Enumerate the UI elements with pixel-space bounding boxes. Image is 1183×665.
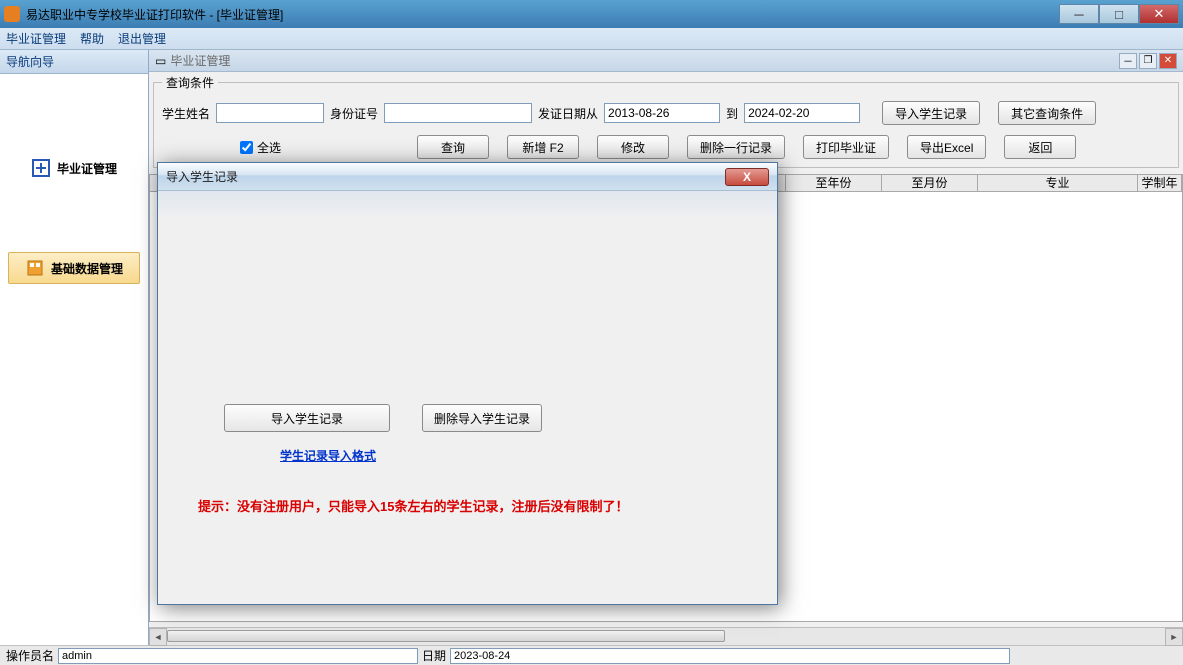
- window-buttons: － □ ✕: [1059, 4, 1179, 24]
- dialog-blur-area: [158, 191, 777, 215]
- horizontal-scrollbar[interactable]: ◄ ►: [149, 627, 1183, 645]
- edit-button[interactable]: 修改: [597, 135, 669, 159]
- status-bar: 操作员名 日期: [0, 645, 1183, 665]
- back-button[interactable]: 返回: [1004, 135, 1076, 159]
- select-all-checkbox[interactable]: 全选: [240, 139, 281, 156]
- left-nav: 导航向导 毕业证管理 基础数据管理: [0, 50, 149, 645]
- left-nav-header: 导航向导: [0, 50, 148, 74]
- import-student-dialog: 导入学生记录 X 导入学生记录 删除导入学生记录 学生记录导入格式 提示：没有注…: [157, 162, 778, 605]
- dialog-titlebar: 导入学生记录 X: [158, 163, 777, 191]
- operator-value: [58, 648, 418, 664]
- select-all-input[interactable]: [240, 141, 253, 154]
- print-cert-button[interactable]: 打印毕业证: [803, 135, 889, 159]
- dialog-tip: 提示：没有注册用户，只能导入15条左右的学生记录，注册后没有限制了！: [198, 496, 628, 515]
- scroll-left-arrow[interactable]: ◄: [149, 628, 167, 646]
- scroll-thumb[interactable]: [167, 630, 725, 642]
- mdi-minimize-icon[interactable]: ▭: [155, 54, 166, 68]
- select-all-label: 全选: [257, 139, 281, 156]
- menubar: 毕业证管理 帮助 退出管理: [0, 28, 1183, 50]
- minimize-button[interactable]: －: [1059, 4, 1099, 24]
- new-button[interactable]: 新增 F2: [507, 135, 579, 159]
- scroll-right-arrow[interactable]: ►: [1165, 628, 1183, 646]
- dialog-title: 导入学生记录: [166, 168, 238, 185]
- mdi-restore-button[interactable]: ❐: [1139, 53, 1157, 69]
- id-number-label: 身份证号: [330, 105, 378, 122]
- window-titlebar: 易达职业中专学校毕业证打印软件 - [毕业证管理] － □ ✕: [0, 0, 1183, 28]
- mdi-close-button[interactable]: ✕: [1159, 53, 1177, 69]
- import-student-button[interactable]: 导入学生记录: [882, 101, 980, 125]
- close-button[interactable]: ✕: [1139, 4, 1179, 24]
- database-icon: [25, 258, 45, 278]
- issue-date-from-label: 发证日期从: [538, 105, 598, 122]
- query-fieldset: 查询条件 学生姓名 身份证号 发证日期从 到 导入学生记录 其它查询条件: [153, 74, 1179, 168]
- issue-date-to-input[interactable]: [744, 103, 860, 123]
- window-title: 易达职业中专学校毕业证打印软件 - [毕业证管理]: [26, 6, 283, 23]
- mdi-child-titlebar: ▭ 毕业证管理 － ❐ ✕: [149, 50, 1183, 72]
- date-label: 日期: [422, 647, 446, 664]
- nav-item-label: 毕业证管理: [57, 160, 117, 177]
- issue-date-to-label: 到: [726, 105, 738, 122]
- dialog-delete-import-button[interactable]: 删除导入学生记录: [422, 404, 542, 432]
- date-value: [450, 648, 1010, 664]
- menu-diploma[interactable]: 毕业证管理: [6, 30, 66, 47]
- menu-help[interactable]: 帮助: [80, 30, 104, 47]
- nav-diploma-manage[interactable]: 毕业证管理: [8, 152, 140, 184]
- nav-base-data-manage[interactable]: 基础数据管理: [8, 252, 140, 284]
- other-query-button[interactable]: 其它查询条件: [998, 101, 1096, 125]
- dialog-import-button[interactable]: 导入学生记录: [224, 404, 390, 432]
- grid-col-schooling[interactable]: 学制年: [1138, 175, 1182, 191]
- menu-exit[interactable]: 退出管理: [118, 30, 166, 47]
- diploma-icon: [31, 158, 51, 178]
- app-icon: [4, 6, 20, 22]
- mdi-title: 毕业证管理: [170, 52, 230, 69]
- dialog-close-button[interactable]: X: [725, 168, 769, 186]
- operator-label: 操作员名: [6, 647, 54, 664]
- export-excel-button[interactable]: 导出Excel: [907, 135, 986, 159]
- query-legend: 查询条件: [162, 74, 218, 91]
- grid-col-major[interactable]: 专业: [978, 175, 1138, 191]
- id-number-input[interactable]: [384, 103, 532, 123]
- grid-col-to-year[interactable]: 至年份: [786, 175, 882, 191]
- mdi-minimize-button[interactable]: －: [1119, 53, 1137, 69]
- query-button[interactable]: 查询: [417, 135, 489, 159]
- grid-col-to-month[interactable]: 至月份: [882, 175, 978, 191]
- maximize-button[interactable]: □: [1099, 4, 1139, 24]
- nav-item-label: 基础数据管理: [51, 260, 123, 277]
- issue-date-from-input[interactable]: [604, 103, 720, 123]
- delete-row-button[interactable]: 删除一行记录: [687, 135, 785, 159]
- dialog-format-link[interactable]: 学生记录导入格式: [280, 447, 376, 464]
- student-name-label: 学生姓名: [162, 105, 210, 122]
- student-name-input[interactable]: [216, 103, 324, 123]
